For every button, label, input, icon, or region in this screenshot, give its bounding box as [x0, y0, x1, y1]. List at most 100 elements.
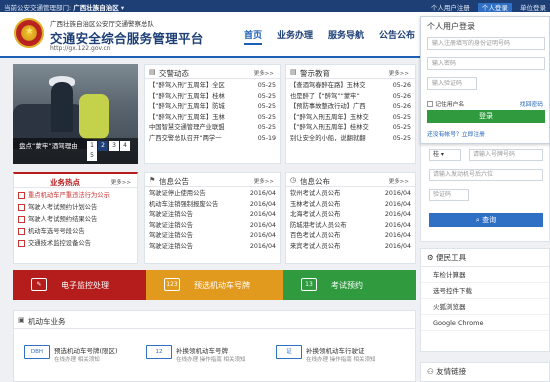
band-label: 电子监控处理 — [61, 281, 109, 290]
document-icon — [18, 204, 25, 211]
chevron-down-icon[interactable]: ▾ — [121, 4, 124, 12]
tool-item-chrome[interactable]: Google Chrome — [421, 315, 549, 331]
list-item[interactable]: 【预防事故整改行动】广西 05-26 — [290, 102, 411, 113]
list-item[interactable]: 驾驶证注销公告 2016/04 — [149, 210, 276, 221]
number-plate-icon: 123 — [164, 278, 180, 291]
list-item[interactable]: 【“醉驾入刑”五周年】桂林 05-25 — [149, 91, 276, 102]
info-publish-panel: ◷ 信息公布 更多>> 钦州考试人员公布 2016/04 玉林考试人员公布 2016/0… — [285, 172, 416, 264]
list-item[interactable]: 别让安全的小船，说翻就翻 05-25 — [290, 133, 411, 144]
login-button[interactable]: 登录 — [427, 110, 545, 123]
top-bar: 当前公安交通管理部门: 广西壮族自治区 ▾ 个人用户注册 个人登录 单位登录 — [0, 0, 550, 13]
register-now-link[interactable]: 还没有帐号？立即注册 — [427, 129, 485, 138]
list-item[interactable]: 北海考试人员公布 2016/04 — [290, 210, 411, 221]
more-link[interactable]: 更多>> — [111, 178, 131, 186]
main-nav: 首页 业务办理 服务导航 公告公布 — [244, 28, 430, 45]
list-item[interactable]: 机动车注销强制报废公告 2016/04 — [149, 199, 276, 210]
department-value[interactable]: 广西壮族自治区 — [73, 4, 119, 12]
panel-title: 信息公告 — [159, 177, 189, 186]
nav-notice[interactable]: 公告公布 — [379, 28, 415, 41]
list-item[interactable]: 重点机动车严重违法行为公示 — [18, 190, 133, 202]
register-link[interactable]: 个人用户注册 — [431, 4, 470, 12]
id-number-input[interactable]: 输入注册填写的身份证明号码 — [427, 37, 545, 50]
tool-item-plate-control[interactable]: 选号控件下载 — [421, 283, 549, 299]
list-item[interactable]: 钦州考试人员公布 2016/04 — [290, 189, 411, 200]
carousel-page-5[interactable]: 5 — [87, 151, 97, 161]
password-input[interactable]: 输入密码 — [427, 57, 545, 70]
vehicle-item-links[interactable]: 在线办理 操作指南 相关须知 — [176, 355, 246, 363]
plate-number-input[interactable]: 请输入号牌号码 — [469, 149, 543, 161]
plate-preselect-button[interactable]: 123 预选机动车号牌 — [146, 270, 283, 300]
list-item[interactable]: 驾驶证注销公告 2016/04 — [149, 231, 276, 242]
vehicle-item-title[interactable]: 补换领机动车号牌 — [176, 345, 228, 355]
list-item[interactable]: 百色考试人员公布 2016/04 — [290, 231, 411, 242]
tools-panel: ⚙ 便民工具 车检计算器 选号控件下载 火狐浏览器 Google Chrome — [420, 248, 550, 352]
license-replace-icon: 证 — [276, 345, 302, 359]
nav-business[interactable]: 业务办理 — [277, 28, 313, 41]
list-item[interactable]: 也是醉了【“醉驾”“蒙牢” 05-26 — [290, 91, 411, 102]
query-button[interactable]: ⌕ 查询 — [429, 213, 543, 227]
list-item[interactable]: 防城港考试人员公布 2016/04 — [290, 220, 411, 231]
vehicle-item-links[interactable]: 在线办理 操作指南 相关须知 — [306, 355, 376, 363]
tools-header: ⚙ 便民工具 — [421, 249, 549, 267]
carousel-page-3[interactable]: 3 — [109, 141, 119, 151]
officer-vest — [79, 94, 109, 139]
list-item[interactable]: 【“醉驾入刑”五周年】玉林 05-25 — [149, 112, 276, 123]
vehicle-query-box: 桂 ▾ 请输入号牌号码 请输入发动机号后六位 验证码 ⌕ 查询 — [420, 140, 550, 242]
query-captcha-input[interactable]: 验证码 — [429, 189, 469, 201]
list-item[interactable]: 驾驶证注销公告 2016/04 — [149, 220, 276, 231]
site-subtitle: 广西壮族自治区公安厅交通警察总队 — [50, 20, 154, 28]
vehicle-item-title[interactable]: 预选机动车号牌(限区) — [54, 345, 118, 355]
tools-title: 便民工具 — [436, 253, 467, 262]
vehicle-business-panel: ▣ 机动车业务 DBH 预选机动车号牌(限区) 在线办理 相关须知 12 补换领机… — [13, 310, 416, 382]
more-link[interactable]: 更多>> — [389, 69, 409, 77]
org-login-link[interactable]: 单位登录 — [520, 4, 546, 12]
carousel-page-1[interactable]: 1 — [87, 141, 97, 151]
list-item[interactable]: 【“醉驾入刑”五周年】防城 05-25 — [149, 102, 276, 113]
document-icon — [18, 240, 25, 247]
nav-service[interactable]: 服务导航 — [328, 28, 364, 41]
panel-title: 机动车业务 — [28, 317, 66, 326]
tool-item-calculator[interactable]: 车检计算器 — [421, 267, 549, 283]
carousel-page-4[interactable]: 4 — [120, 141, 130, 151]
list-item[interactable]: 驾驶人考试预约结果公告 — [18, 214, 133, 226]
list-item[interactable]: 驾驶证停止使用公告 2016/04 — [149, 189, 276, 200]
warning-education-panel: ▤ 警示教育 更多>> 【查酒驾春醉在路】玉林交 05-26 也是醉了【“醉驾”“蒙牢… — [285, 64, 416, 164]
list-item[interactable]: 机动车选号号段公告 — [18, 226, 133, 238]
list-item[interactable]: 【查酒驾春醉在路】玉林交 05-26 — [290, 81, 411, 92]
electronic-monitor-button[interactable]: ✎ 电子监控处理 — [13, 270, 146, 300]
list-item[interactable]: 【“醉驾入刑五周年】玉林交 05-25 — [290, 112, 411, 123]
list-item[interactable]: 【“醉驾入刑五周年】桂林交 05-25 — [290, 123, 411, 134]
nav-home[interactable]: 首页 — [244, 28, 263, 45]
exam-booking-button[interactable]: 13 考试预约 — [283, 270, 416, 300]
document-icon — [18, 228, 25, 235]
list-item[interactable]: 【“醉驾入刑”五周年】全区 05-25 — [149, 81, 276, 92]
document-icon — [18, 216, 25, 223]
ticket-icon: ✎ — [31, 278, 47, 291]
list-item[interactable]: 驾驶证注销公告 2016/04 — [149, 241, 276, 252]
tool-item-firefox[interactable]: 火狐浏览器 — [421, 299, 549, 315]
list-item[interactable]: 交通技术监控设备公告 — [18, 238, 133, 250]
engine-number-input[interactable]: 请输入发动机号后六位 — [429, 169, 543, 181]
list-item[interactable]: 玉林考试人员公布 2016/04 — [290, 199, 411, 210]
vehicle-item-title[interactable]: 补换领机动车行驶证 — [306, 345, 365, 355]
carousel-page-2[interactable]: 2 — [98, 141, 108, 151]
vehicle-item-links[interactable]: 在线办理 相关须知 — [54, 355, 100, 363]
list-item[interactable]: 来宾考试人员公布 2016/04 — [290, 241, 411, 252]
flag-icon: ⚑ — [149, 176, 156, 184]
list-item[interactable]: 广西交警总队召开“两学一 05-19 — [149, 133, 276, 144]
remember-checkbox[interactable] — [427, 101, 433, 107]
login-captcha-input[interactable]: 输入验证码 — [427, 77, 477, 90]
more-link[interactable]: 更多>> — [389, 177, 409, 185]
more-link[interactable]: 更多>> — [254, 69, 274, 77]
more-link[interactable]: 更多>> — [254, 177, 274, 185]
list-icon: ▤ — [290, 68, 297, 76]
province-select[interactable]: 桂 ▾ — [429, 149, 461, 161]
list-item[interactable]: 中国智慧交通管理产业联盟 05-25 — [149, 123, 276, 134]
forgot-password-link[interactable]: 找回密码 — [520, 99, 543, 108]
news-carousel[interactable]: 盘点“蒙牢”酒驾理由 1 2 3 4 5 — [13, 64, 138, 164]
list-item[interactable]: 驾驶人考试预约计划公告 — [18, 202, 133, 214]
current-department[interactable]: 当前公安交通管理部门: 广西壮族自治区 ▾ — [4, 2, 124, 12]
police-emblem-icon: ★ — [14, 18, 44, 48]
band-label: 预选机动车号牌 — [194, 281, 250, 290]
carousel-caption[interactable]: 盘点“蒙牢”酒驾理由 — [19, 140, 78, 150]
